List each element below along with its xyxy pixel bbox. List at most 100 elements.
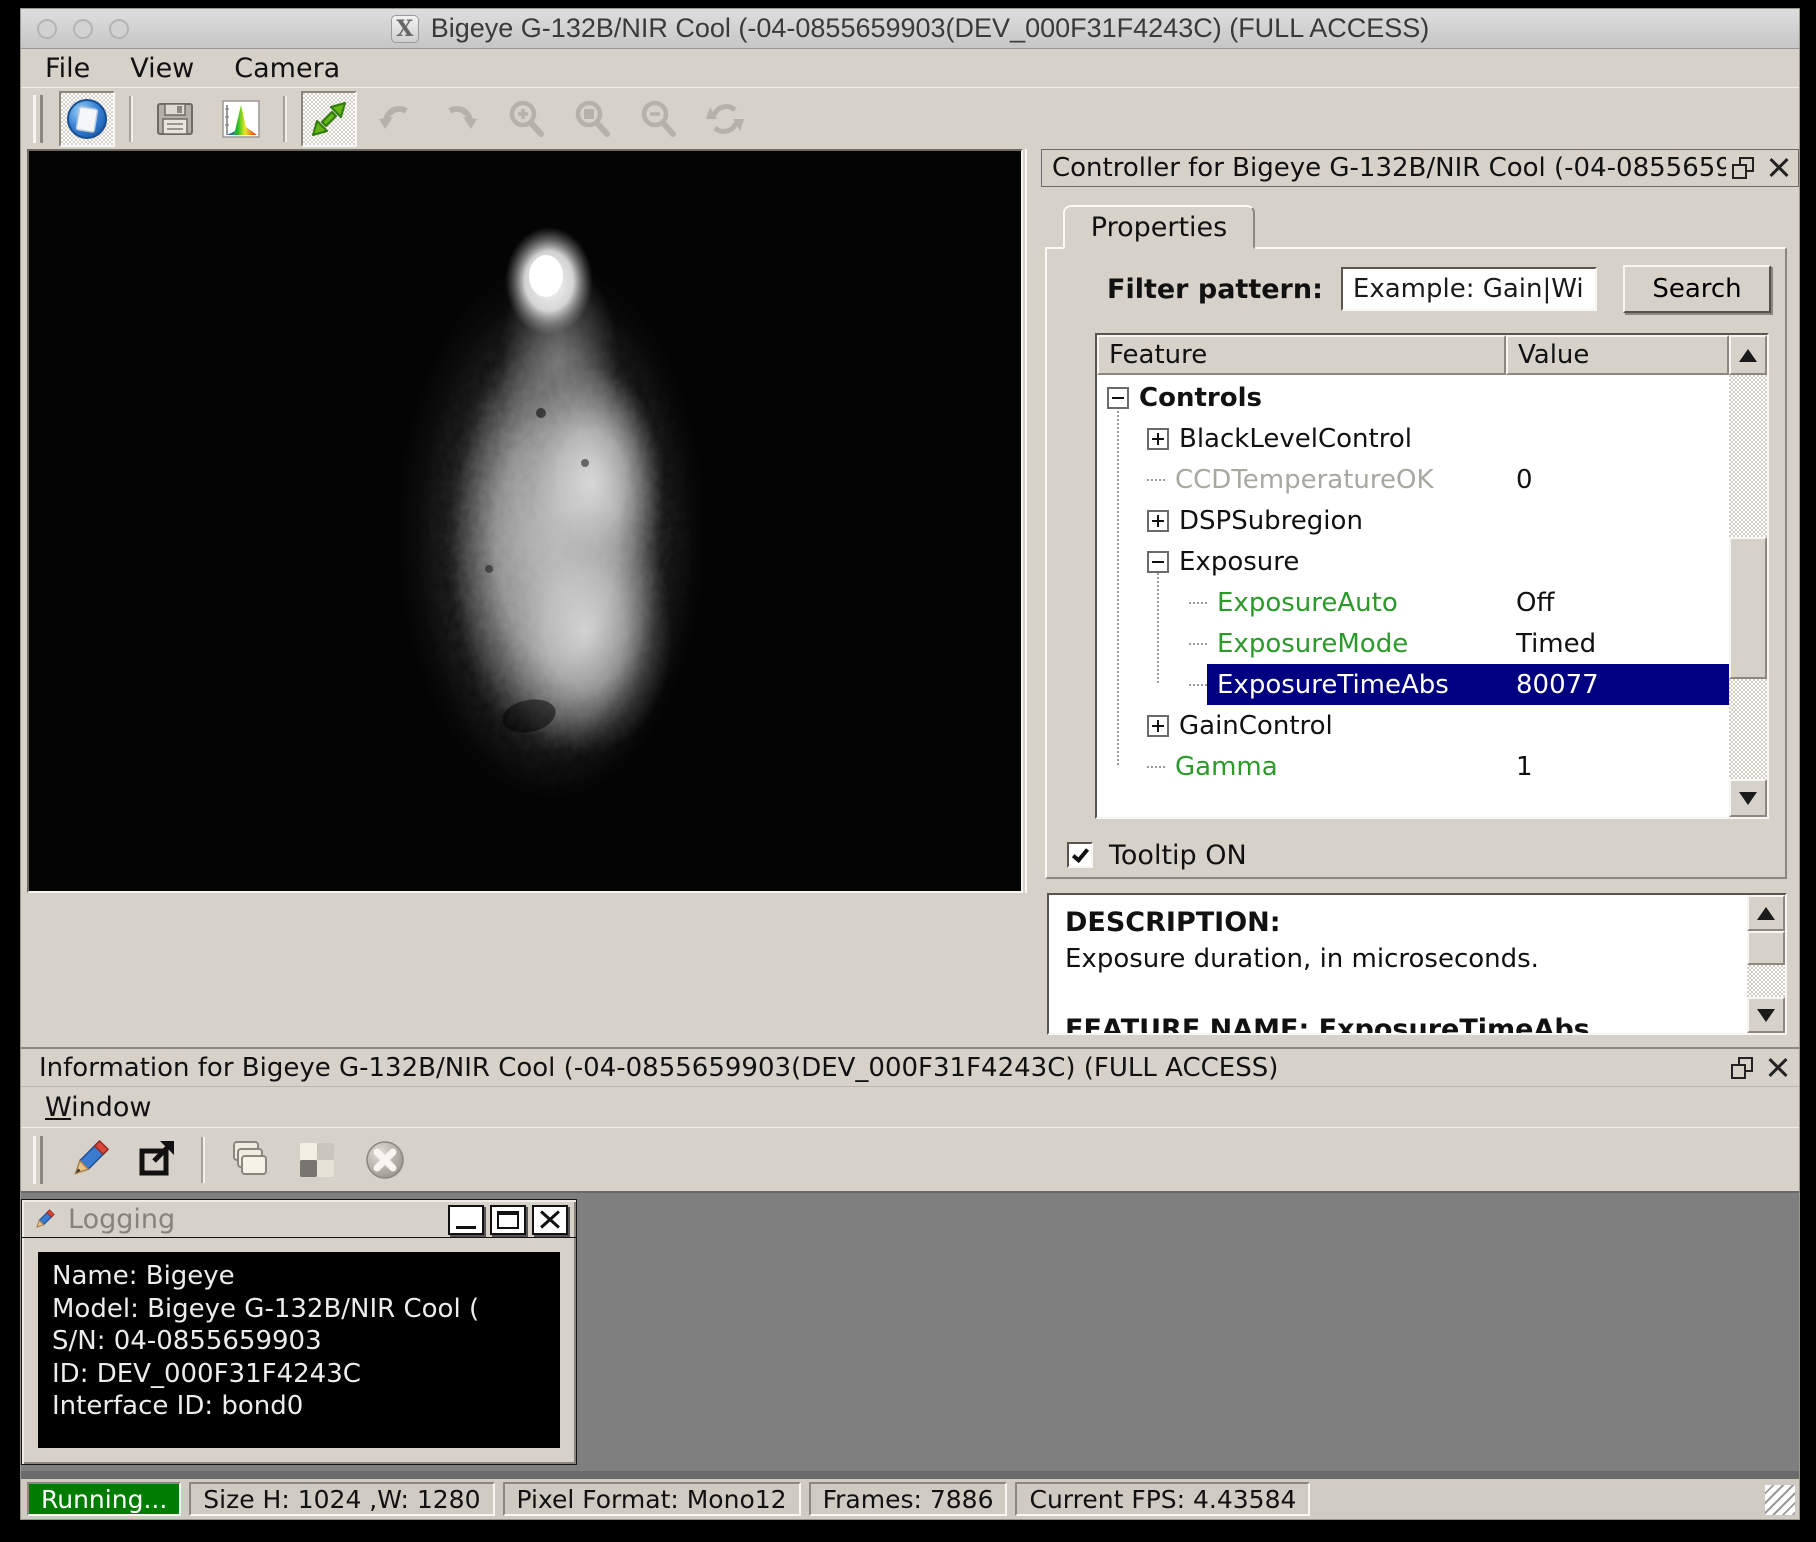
collapse-icon[interactable] [1107, 387, 1129, 409]
window-zoom-button[interactable] [109, 19, 129, 39]
open-in-window-button[interactable] [129, 1132, 185, 1188]
scroll-down-button[interactable] [1747, 997, 1785, 1033]
column-header-feature[interactable]: Feature [1097, 335, 1506, 375]
menu-camera[interactable]: Camera [234, 53, 340, 84]
float-window-icon[interactable] [1732, 157, 1754, 179]
menu-view[interactable]: View [130, 53, 194, 84]
arrow-up-icon [1757, 907, 1775, 920]
scrollbar-track[interactable] [1729, 375, 1767, 779]
table-row-blacklevelcontrol[interactable]: BlackLevelControl [1097, 418, 1729, 459]
scrollbar-thumb[interactable] [1747, 931, 1785, 965]
minimize-button[interactable] [448, 1205, 484, 1235]
zoom-in-icon [505, 97, 549, 141]
logging-titlebar[interactable]: Logging [22, 1200, 576, 1238]
expand-icon[interactable] [1147, 715, 1169, 737]
cascade-windows-button[interactable] [221, 1132, 277, 1188]
tree-guide-line [1117, 407, 1119, 765]
zoom-out-button[interactable] [631, 91, 687, 147]
logging-button[interactable] [61, 1132, 117, 1188]
fit-to-window-button[interactable] [301, 91, 357, 147]
information-toolbar [21, 1127, 1799, 1191]
status-pixel-format: Pixel Format: Mono12 [503, 1482, 801, 1516]
tree-branch-dash [1189, 684, 1207, 686]
close-all-button[interactable] [357, 1132, 413, 1188]
description-box: DESCRIPTION: Exposure duration, in micro… [1047, 893, 1787, 1035]
information-title: Information for Bigeye G-132B/NIR Cool (… [39, 1053, 1725, 1083]
save-image-button[interactable] [147, 91, 203, 147]
application-window: X Bigeye G-132B/NIR Cool (-04-0855659903… [20, 8, 1800, 1520]
refresh-button[interactable] [697, 91, 753, 147]
logging-output: Name: Bigeye Model: Bigeye G-132B/NIR Co… [38, 1252, 560, 1448]
histogram-icon [219, 97, 263, 141]
menu-file[interactable]: File [45, 53, 90, 84]
redo-button[interactable] [433, 91, 489, 147]
histogram-button[interactable] [213, 91, 269, 147]
arrow-down-icon [1757, 1009, 1775, 1022]
tab-properties[interactable]: Properties [1063, 205, 1255, 249]
column-header-value[interactable]: Value [1506, 335, 1729, 375]
controller-body: Properties Filter pattern: Search Featur… [1041, 187, 1799, 1047]
table-row-ccdtemperatureok[interactable]: CCDTemperatureOK0 [1097, 459, 1729, 500]
description-scrollbar[interactable] [1747, 895, 1785, 1033]
x11-app-icon: X [391, 15, 419, 43]
controller-window-buttons [1732, 157, 1790, 179]
zoom-original-button[interactable] [565, 91, 621, 147]
tree-branch-dash [1189, 602, 1207, 604]
toolbar-drag-handle[interactable] [33, 95, 43, 143]
table-row-exposuretimeabs-selected[interactable]: ExposureTimeAbs80077 [1097, 664, 1729, 705]
feature-rows: Controls BlackLevelControl CCDTemperatur… [1097, 375, 1729, 817]
table-row-gamma[interactable]: Gamma1 [1097, 746, 1729, 787]
logging-window[interactable]: Logging Name: Bigeye Model: Bigeye G-132… [21, 1199, 577, 1465]
table-row-exposure[interactable]: Exposure [1097, 541, 1729, 582]
close-icon[interactable] [1767, 1057, 1789, 1079]
window-minimize-button[interactable] [73, 19, 93, 39]
redo-icon [439, 97, 483, 141]
vertical-scrollbar[interactable] [1729, 375, 1767, 817]
toolbar-drag-handle[interactable] [33, 1136, 43, 1184]
maximize-button[interactable] [490, 1205, 526, 1235]
expand-icon[interactable] [1147, 510, 1169, 532]
tooltip-checkbox[interactable] [1067, 842, 1093, 868]
table-row-exposuremode[interactable]: ExposureModeTimed [1097, 623, 1729, 664]
table-row-controls[interactable]: Controls [1097, 377, 1729, 418]
zoom-out-icon [637, 97, 681, 141]
collapse-icon[interactable] [1147, 551, 1169, 573]
information-menubar: Window [21, 1087, 1799, 1127]
search-button[interactable]: Search [1623, 265, 1771, 313]
table-row-exposureauto[interactable]: ExposureAutoOff [1097, 582, 1729, 623]
viewer-column [21, 149, 1025, 1047]
acquisition-toggle-button[interactable] [59, 91, 115, 147]
zoom-in-button[interactable] [499, 91, 555, 147]
scrollbar-track[interactable] [1747, 965, 1785, 997]
status-frames: Frames: 7886 [809, 1482, 1008, 1516]
filter-pattern-input[interactable] [1341, 267, 1597, 311]
menu-window[interactable]: Window [45, 1092, 151, 1123]
float-window-icon[interactable] [1731, 1057, 1753, 1079]
window-close-button[interactable] [37, 19, 57, 39]
table-row-gaincontrol[interactable]: GainControl [1097, 705, 1729, 746]
controller-titlebar: Controller for Bigeye G-132B/NIR Cool (-… [1041, 149, 1799, 187]
tree-branch-dash [1147, 766, 1165, 768]
close-button[interactable] [532, 1205, 568, 1235]
log-line: Model: Bigeye G-132B/NIR Cool ( [52, 1293, 546, 1326]
undo-button[interactable] [367, 91, 423, 147]
tile-windows-button[interactable] [289, 1132, 345, 1188]
undo-icon [373, 97, 417, 141]
scroll-up-button[interactable] [1747, 895, 1785, 931]
vertical-splitter[interactable] [1025, 149, 1041, 893]
logging-title: Logging [68, 1204, 436, 1235]
status-fps: Current FPS: 4.43584 [1015, 1482, 1310, 1516]
close-icon[interactable] [1768, 157, 1790, 179]
expand-icon[interactable] [1147, 428, 1169, 450]
scrollbar-thumb[interactable] [1729, 537, 1767, 679]
mdi-area: Logging Name: Bigeye Model: Bigeye G-132… [21, 1191, 1799, 1471]
scroll-up-button[interactable] [1729, 335, 1767, 375]
tooltip-row: Tooltip ON [1067, 835, 1771, 875]
resize-grip-icon[interactable] [1765, 1485, 1795, 1515]
acquisition-icon [65, 97, 109, 141]
scroll-down-button[interactable] [1729, 779, 1767, 817]
close-all-icon [362, 1137, 408, 1183]
log-line: ID: DEV_000F31F4243C [52, 1358, 546, 1391]
arrow-up-icon [1739, 349, 1757, 362]
table-row-dspsubregion[interactable]: DSPSubregion [1097, 500, 1729, 541]
